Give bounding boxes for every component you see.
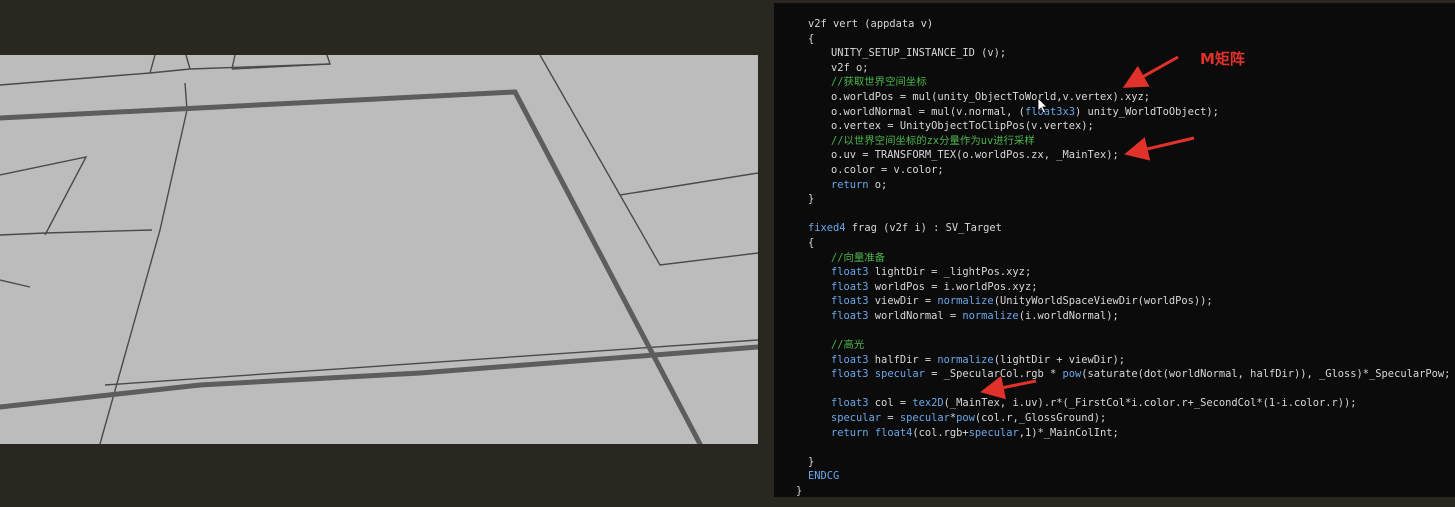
- code-keyword: return: [831, 426, 869, 439]
- code-keyword: pow: [1062, 368, 1082, 381]
- mouse-cursor-icon: [1037, 97, 1048, 114]
- code-text: frag (v2f i) : SV_Target: [845, 222, 1002, 235]
- code-keyword: specular: [899, 412, 950, 425]
- code-keyword: pow: [956, 412, 975, 425]
- code-keyword: specular: [831, 412, 882, 425]
- code-keyword: specular: [874, 368, 925, 381]
- code-line[interactable]: float3 lightDir = _lightPos.xyz;: [774, 265, 1450, 280]
- code-text: lightDir = _lightPos.xyz;: [868, 266, 1032, 279]
- code-line[interactable]: v2f o;: [774, 61, 1450, 76]
- code-keyword: float3: [831, 353, 869, 366]
- code-keyword: float4: [874, 426, 913, 439]
- code-keyword: float3: [831, 280, 869, 293]
- code-text: ) unity_WorldToObject);: [1074, 105, 1219, 118]
- code-text: (saturate(dot(worldNormal, halfDir)), _G…: [1081, 368, 1451, 381]
- code-text: o.uv = TRANSFORM_TEX(o.worldPos.zx, _Mai…: [831, 149, 1119, 162]
- code-line[interactable]: ENDCG: [774, 469, 1450, 484]
- code-text: = _SpecularCol.rgb *: [924, 368, 1063, 381]
- code-line[interactable]: //高光: [774, 338, 1450, 353]
- code-line[interactable]: UNITY_SETUP_INSTANCE_ID (v);: [774, 46, 1450, 61]
- code-line[interactable]: float3 specular = _SpecularCol.rgb * pow…: [774, 367, 1450, 382]
- code-comment: //获取世界空间坐标: [831, 76, 927, 89]
- code-line[interactable]: specular = specular*pow(col.r,_GlossGrou…: [774, 411, 1450, 426]
- code-text: o;: [868, 178, 888, 191]
- code-line[interactable]: }: [774, 455, 1450, 470]
- code-comment: //以世界空间坐标的zx分量作为uv进行采样: [831, 134, 1035, 147]
- code-text: }: [808, 455, 815, 468]
- code-text: {: [808, 236, 815, 249]
- code-text: worldPos = i.worldPos.xyz;: [868, 280, 1038, 293]
- code-text: o.vertex = UnityObjectToClipPos(v.vertex…: [831, 120, 1094, 133]
- code-editor[interactable]: v2f vert (appdata v) { UNITY_SETUP_INSTANC…: [774, 3, 1455, 497]
- code-text: {: [808, 32, 815, 45]
- code-keyword: return: [831, 178, 869, 191]
- code-line[interactable]: fixed4 frag (v2f i) : SV_Target: [774, 221, 1450, 236]
- code-keyword: normalize: [962, 309, 1019, 322]
- code-line[interactable]: {: [774, 32, 1450, 47]
- code-line[interactable]: o.uv = TRANSFORM_TEX(o.worldPos.zx, _Mai…: [774, 148, 1450, 163]
- code-comment: //高光: [831, 339, 865, 352]
- code-text: (lightDir + viewDir);: [993, 353, 1126, 366]
- code-text: (UnityWorldSpaceViewDir(worldPos));: [993, 295, 1213, 308]
- code-text: o.color = v.color;: [831, 163, 944, 176]
- m-matrix-annotation: M矩阵: [1200, 50, 1245, 68]
- code-text: o.worldPos = mul(unity_ObjectToWorld,v.v…: [831, 90, 1151, 103]
- code-line[interactable]: float3 col = tex2D(_MainTex, i.uv).r*(_F…: [774, 396, 1450, 411]
- code-keyword: float3: [831, 295, 869, 308]
- code-line[interactable]: //以世界空间坐标的zx分量作为uv进行采样: [774, 134, 1450, 149]
- code-line[interactable]: o.vertex = UnityObjectToClipPos(v.vertex…: [774, 119, 1450, 134]
- ground-plane-render: [0, 55, 758, 444]
- code-line[interactable]: [774, 323, 1450, 338]
- code-text: worldNormal =: [868, 309, 963, 322]
- code-line[interactable]: [774, 207, 1450, 222]
- code-line[interactable]: float3 viewDir = normalize(UnityWorldSpa…: [774, 294, 1450, 309]
- code-line[interactable]: }: [774, 192, 1450, 207]
- code-line[interactable]: o.worldPos = mul(unity_ObjectToWorld,v.v…: [774, 90, 1450, 105]
- scene-viewport[interactable]: [0, 55, 758, 444]
- code-line[interactable]: return o;: [774, 178, 1450, 193]
- code-keyword: fixed4: [808, 222, 846, 235]
- code-text: (i.worldNormal);: [1018, 309, 1119, 322]
- code-text: v2f o;: [831, 61, 869, 74]
- code-text: ,1)*_MainColInt;: [1018, 426, 1119, 439]
- code-line[interactable]: [774, 382, 1450, 397]
- code-keyword: tex2D: [912, 397, 944, 410]
- code-keyword: float3: [831, 397, 869, 410]
- code-line[interactable]: float3 worldNormal = normalize(i.worldNo…: [774, 309, 1450, 324]
- code-line[interactable]: [774, 440, 1450, 455]
- code-line[interactable]: o.color = v.color;: [774, 163, 1450, 178]
- code-text: =: [881, 412, 900, 425]
- code-line[interactable]: float3 worldPos = i.worldPos.xyz;: [774, 280, 1450, 295]
- code-keyword: float3: [831, 368, 869, 381]
- code-keyword: normalize: [937, 353, 994, 366]
- code-text: (col.rgb+: [912, 426, 969, 439]
- code-comment: //向量准备: [831, 251, 886, 264]
- code-line[interactable]: //获取世界空间坐标: [774, 75, 1450, 90]
- code-line[interactable]: v2f vert (appdata v): [774, 17, 1450, 32]
- code-text: }: [796, 485, 803, 497]
- code-text: UNITY_SETUP_INSTANCE_ID (v);: [831, 47, 1007, 60]
- code-text: viewDir =: [868, 295, 938, 308]
- code-line[interactable]: return float4(col.rgb+specular,1)*_MainC…: [774, 426, 1450, 441]
- code-keyword: float3x3: [1024, 105, 1075, 118]
- shader-source[interactable]: v2f vert (appdata v) { UNITY_SETUP_INSTANC…: [774, 17, 1450, 497]
- code-text: v2f vert (appdata v): [808, 18, 934, 30]
- code-keyword: ENDCG: [808, 470, 840, 483]
- code-text: col =: [868, 397, 913, 410]
- code-text: o.worldNormal = mul(v.normal, (: [831, 105, 1025, 118]
- code-line[interactable]: {: [774, 236, 1450, 251]
- code-keyword: normalize: [937, 295, 994, 308]
- code-text: halfDir =: [868, 353, 938, 366]
- code-keyword: specular: [968, 426, 1019, 439]
- code-text: }: [808, 193, 815, 206]
- code-line[interactable]: //向量准备: [774, 251, 1450, 266]
- code-line[interactable]: }: [774, 484, 1450, 497]
- code-text: (col.r,_GlossGround);: [974, 412, 1107, 425]
- code-keyword: float3: [831, 266, 869, 279]
- code-line[interactable]: o.worldNormal = mul(v.normal, (float3x3)…: [774, 105, 1450, 120]
- code-line[interactable]: float3 halfDir = normalize(lightDir + vi…: [774, 353, 1450, 368]
- code-text: (_MainTex, i.uv).r*(_FirstCol*i.color.r+…: [943, 397, 1357, 410]
- code-keyword: float3: [831, 309, 869, 322]
- screen: v2f vert (appdata v) { UNITY_SETUP_INSTANC…: [0, 0, 1455, 507]
